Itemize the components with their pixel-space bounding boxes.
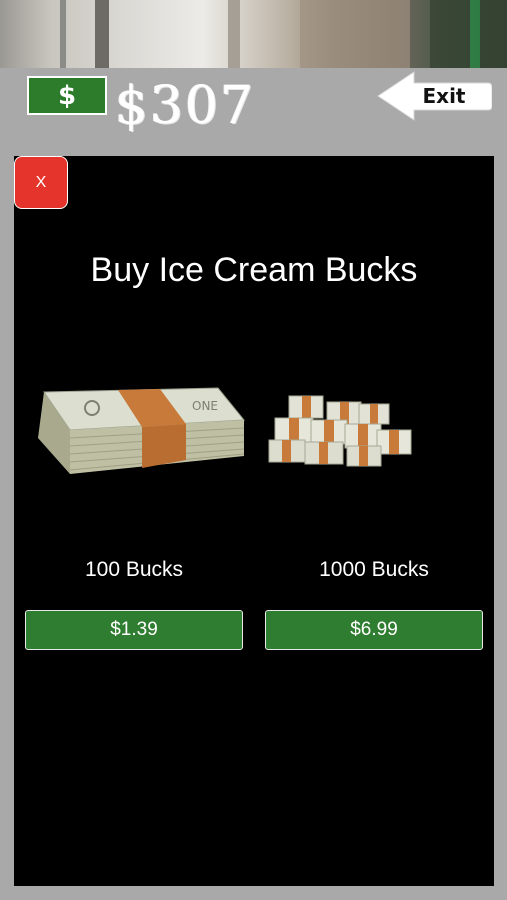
- buy-100-bucks-button[interactable]: $1.39: [25, 610, 243, 650]
- exit-label: Exit: [422, 84, 466, 108]
- svg-text:ONE: ONE: [192, 399, 218, 413]
- offer-name-1000: 1000 Bucks: [319, 558, 429, 581]
- offer-name-100: 100 Bucks: [84, 558, 184, 581]
- exit-button[interactable]: Exit: [376, 70, 492, 122]
- camera-background: [0, 0, 507, 68]
- balance-display: $307: [115, 76, 256, 136]
- store-title: Buy Ice Cream Bucks: [90, 251, 418, 289]
- money-pile-icon: [268, 395, 412, 467]
- money-badge: $: [27, 76, 107, 115]
- dollar-icon: $: [57, 80, 77, 111]
- buy-1000-bucks-button[interactable]: $6.99: [265, 610, 483, 650]
- close-button[interactable]: X: [14, 156, 68, 209]
- money-stack-icon: ONE: [38, 387, 246, 474]
